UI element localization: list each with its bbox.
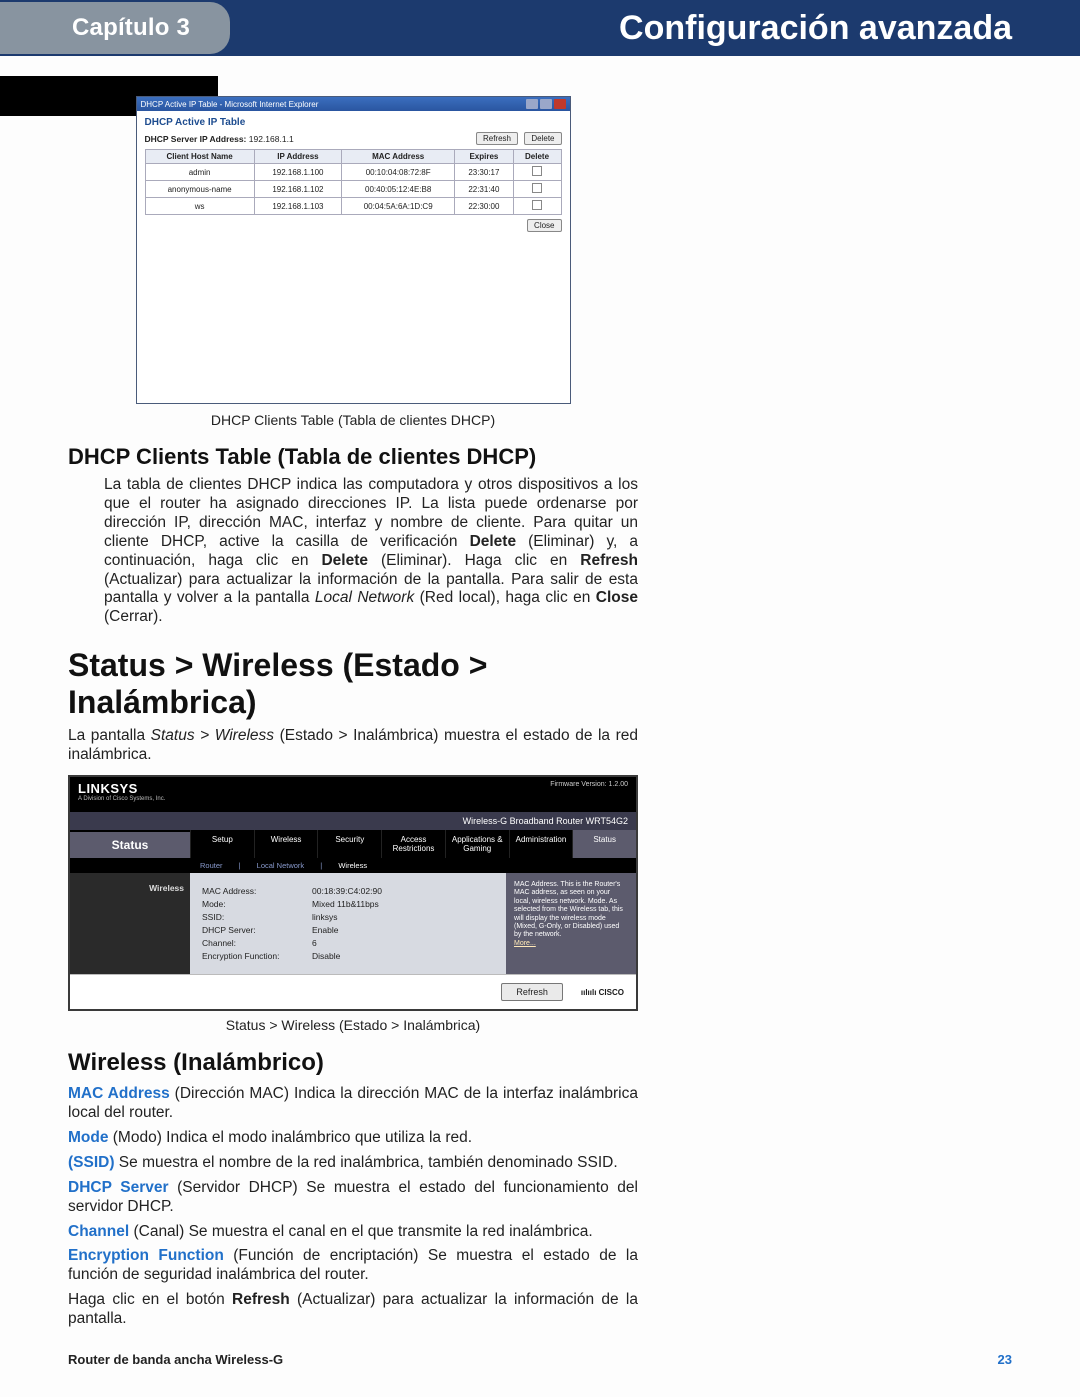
heading-dhcp-clients: DHCP Clients Table (Tabla de clientes DH… bbox=[68, 444, 638, 470]
delete-button[interactable]: Delete bbox=[524, 132, 561, 145]
para-closing: Haga clic en el botón Refresh (Actualiza… bbox=[68, 1291, 638, 1329]
page-footer: Router de banda ancha Wireless-G 23 bbox=[68, 1352, 1012, 1367]
sidebar-wireless: Wireless bbox=[76, 883, 184, 893]
col-mac[interactable]: MAC Address bbox=[342, 150, 455, 164]
para-status-intro: La pantalla Status > Wireless (Estado > … bbox=[68, 727, 638, 765]
maximize-icon[interactable] bbox=[540, 99, 552, 109]
window-titlebar: DHCP Active IP Table - Microsoft Interne… bbox=[137, 97, 570, 111]
figure-caption-status: Status > Wireless (Estado > Inalámbrica) bbox=[68, 1017, 638, 1033]
dhcp-clients-table: Client Host Name IP Address MAC Address … bbox=[145, 149, 562, 215]
window-title-text: DHCP Active IP Table - Microsoft Interne… bbox=[141, 100, 319, 109]
delete-checkbox[interactable] bbox=[513, 164, 561, 181]
linksys-sublogo: A Division of Cisco Systems, Inc. bbox=[78, 796, 165, 802]
linksys-logo: LINKSYS bbox=[78, 781, 165, 796]
para-dhcp-description: La tabla de clientes DHCP indica las com… bbox=[68, 476, 638, 627]
page-header: Capítulo 3 Configuración avanzada bbox=[0, 0, 1080, 56]
table-row: anonymous-name192.168.1.102 00:40:05:12:… bbox=[145, 181, 561, 198]
subtab-row: Router | Local Network | Wireless bbox=[70, 858, 636, 873]
window-controls bbox=[526, 99, 566, 109]
item-encryption: Encryption Function (Función de encripta… bbox=[68, 1247, 638, 1285]
more-link[interactable]: More... bbox=[514, 940, 628, 948]
product-bar: Wireless-G Broadband Router WRT54G2 bbox=[70, 812, 636, 830]
page-title: Configuración avanzada bbox=[619, 9, 1012, 48]
firmware-label: Firmware Version: 1.2.00 bbox=[550, 781, 628, 788]
nav-tabs: Status Setup Wireless Security Access Re… bbox=[70, 830, 636, 858]
status-sidebar: Wireless bbox=[70, 873, 190, 974]
close-button[interactable]: Close bbox=[527, 219, 561, 232]
item-mac: MAC Address (Dirección MAC) Indica la di… bbox=[68, 1085, 638, 1123]
subtab-router[interactable]: Router bbox=[200, 861, 223, 870]
figure-caption-dhcp: DHCP Clients Table (Tabla de clientes DH… bbox=[68, 412, 638, 428]
table-header-row: Client Host Name IP Address MAC Address … bbox=[145, 150, 561, 164]
item-ssid: (SSID) Se muestra el nombre de la red in… bbox=[68, 1154, 638, 1173]
item-mode: Mode (Modo) Indica el modo inalámbrico q… bbox=[68, 1129, 638, 1148]
page-number: 23 bbox=[998, 1352, 1012, 1367]
heading-wireless: Wireless (Inalámbrico) bbox=[68, 1049, 638, 1077]
cisco-logo: ıılıılı CISCO bbox=[581, 988, 624, 997]
dhcp-top-buttons: Refresh Delete bbox=[472, 132, 562, 145]
help-panel: MAC Address. This is the Router's MAC ad… bbox=[506, 873, 636, 974]
item-dhcp: DHCP Server (Servidor DHCP) Se muestra e… bbox=[68, 1179, 638, 1217]
col-ip[interactable]: IP Address bbox=[254, 150, 341, 164]
chapter-tab: Capítulo 3 bbox=[0, 2, 230, 54]
status-fields: MAC Address:00:18:39:C4:02:90 Mode:Mixed… bbox=[190, 873, 506, 974]
minimize-icon[interactable] bbox=[526, 99, 538, 109]
heading-status-wireless: Status > Wireless (Estado > Inalámbrica) bbox=[68, 647, 638, 721]
footer-product: Router de banda ancha Wireless-G bbox=[68, 1352, 283, 1367]
col-expires[interactable]: Expires bbox=[455, 150, 513, 164]
status-label: Status bbox=[70, 830, 190, 858]
tab-access[interactable]: Access Restrictions bbox=[381, 830, 445, 858]
col-client[interactable]: Client Host Name bbox=[145, 150, 254, 164]
subtab-localnet[interactable]: Local Network bbox=[257, 861, 305, 870]
table-row: ws192.168.1.103 00:04:5A:6A:1D:C922:30:0… bbox=[145, 198, 561, 215]
dhcp-table-title: DHCP Active IP Table bbox=[137, 111, 570, 130]
tab-admin[interactable]: Administration bbox=[509, 830, 573, 858]
close-icon[interactable] bbox=[554, 99, 566, 109]
tab-status[interactable]: Status bbox=[572, 830, 636, 858]
tab-setup[interactable]: Setup bbox=[190, 830, 254, 858]
tab-wireless[interactable]: Wireless bbox=[254, 830, 318, 858]
status-wireless-window: LINKSYS A Division of Cisco Systems, Inc… bbox=[68, 775, 638, 1011]
dhcp-clients-window: DHCP Active IP Table - Microsoft Interne… bbox=[136, 96, 571, 404]
subtab-wireless[interactable]: Wireless bbox=[338, 861, 367, 870]
tab-security[interactable]: Security bbox=[317, 830, 381, 858]
refresh-button[interactable]: Refresh bbox=[501, 983, 563, 1001]
tab-apps[interactable]: Applications & Gaming bbox=[445, 830, 509, 858]
delete-checkbox[interactable] bbox=[513, 198, 561, 215]
col-delete: Delete bbox=[513, 150, 561, 164]
dhcp-server-label: DHCP Server IP Address: 192.168.1.1 bbox=[145, 134, 294, 144]
item-channel: Channel (Canal) Se muestra el canal en e… bbox=[68, 1223, 638, 1242]
main-content: DHCP Active IP Table - Microsoft Interne… bbox=[68, 96, 638, 1339]
table-row: admin192.168.1.100 00:10:04:08:72:8F23:3… bbox=[145, 164, 561, 181]
delete-checkbox[interactable] bbox=[513, 181, 561, 198]
refresh-button[interactable]: Refresh bbox=[476, 132, 518, 145]
